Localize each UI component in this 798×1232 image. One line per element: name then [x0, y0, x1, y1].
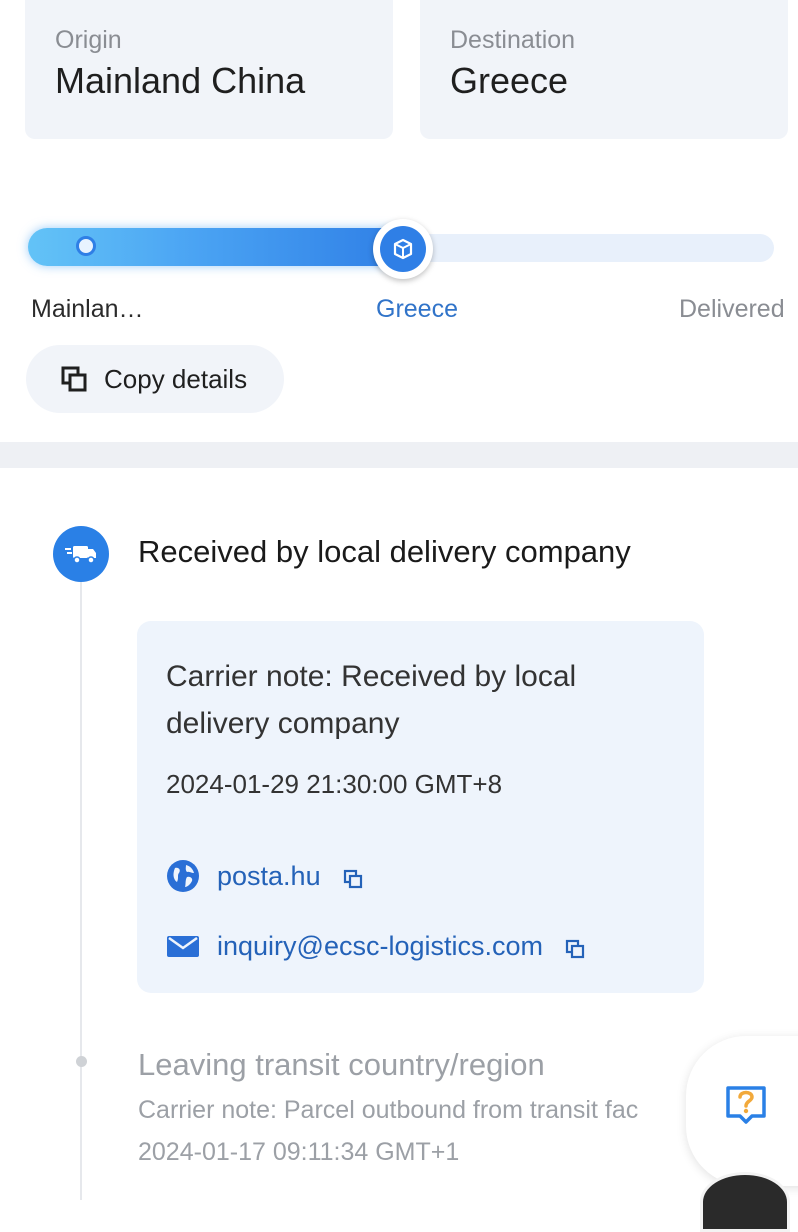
help-chat-icon — [726, 1086, 766, 1124]
website-link-row: posta.hu — [166, 859, 363, 893]
timeline-dot — [76, 1056, 87, 1067]
origin-value: Mainland China — [55, 60, 306, 101]
origin-box: Origin Mainland China — [25, 0, 393, 139]
website-link[interactable]: posta.hu — [217, 861, 321, 892]
help-button[interactable] — [686, 1036, 798, 1186]
copy-icon — [61, 366, 87, 392]
destination-label: Destination — [450, 26, 576, 54]
stage-label-origin: Mainlan… — [31, 295, 144, 323]
stage-label-current: Greece — [376, 295, 458, 323]
avatar[interactable] — [700, 1172, 790, 1232]
copy-details-button[interactable]: Copy details — [26, 345, 284, 413]
event-title: Received by local delivery company — [138, 534, 631, 569]
progress-start-dot — [76, 236, 96, 256]
origin-label: Origin — [55, 26, 122, 54]
package-icon — [380, 226, 426, 272]
carrier-note: Carrier note: Parcel outbound from trans… — [138, 1096, 639, 1124]
event-title: Leaving transit country/region — [138, 1047, 545, 1082]
destination-value: Greece — [450, 60, 569, 101]
carrier-note: Carrier note: Received by local delivery… — [166, 660, 577, 740]
email-link-row: inquiry@ecsc-logistics.com — [166, 929, 585, 963]
progress-current-marker — [373, 219, 433, 279]
copy-details-label: Copy details — [104, 363, 248, 394]
email-link[interactable]: inquiry@ecsc-logistics.com — [217, 931, 543, 962]
event-timestamp: 2024-01-29 21:30:00 GMT+8 — [166, 769, 503, 799]
destination-box: Destination Greece — [420, 0, 788, 139]
globe-icon — [167, 860, 199, 892]
copy-website-icon[interactable] — [343, 869, 363, 889]
timeline-line — [80, 570, 82, 1200]
event-detail-card: Carrier note: Received by local delivery… — [137, 621, 704, 993]
section-divider — [0, 442, 798, 468]
stage-label-delivered: Delivered — [679, 295, 785, 323]
shipment-summary-card: Origin Mainland China Destination Greece… — [0, 0, 798, 442]
copy-email-icon[interactable] — [565, 939, 585, 959]
event-timestamp: 2024-01-17 09:11:34 GMT+1 — [138, 1138, 460, 1166]
mail-icon — [167, 936, 199, 957]
truck-icon — [53, 526, 109, 582]
